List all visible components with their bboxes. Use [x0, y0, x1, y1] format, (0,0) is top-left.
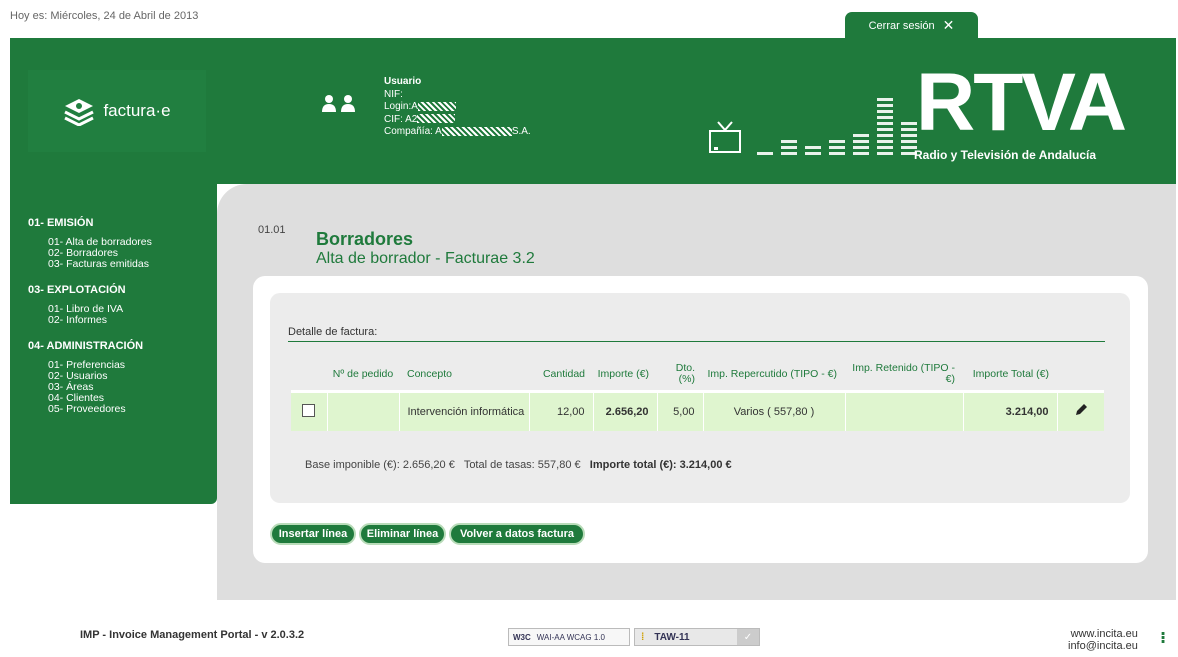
- detail-divider: [288, 341, 1105, 342]
- portal-version: IMP - Invoice Management Portal - v 2.0.…: [80, 629, 305, 641]
- redacted-block: [441, 126, 512, 136]
- incita-logo-icon: ⁝: [1160, 630, 1167, 647]
- total-tasas: Total de tasas: 557,80 €: [463, 459, 581, 471]
- close-icon: ✕: [942, 17, 955, 33]
- detail-label: Detalle de factura:: [288, 326, 378, 338]
- col-cantidad: Cantidad: [529, 359, 593, 393]
- login-field: Login:A: [384, 101, 531, 114]
- users-icon: [322, 95, 355, 112]
- back-to-invoice-button[interactable]: Volver a datos factura: [449, 523, 585, 545]
- sidebar-nav: 01- EMISIÓN 01- Alta de borradores 02- B…: [10, 184, 217, 504]
- row-dto: 5,00: [656, 391, 703, 431]
- logo-text: factura·e: [103, 101, 171, 120]
- row-total: 3.214,00: [962, 391, 1057, 431]
- taw-mark-icon: ⁞: [641, 631, 645, 643]
- row-actions: [1056, 391, 1104, 431]
- rtva-subtitle: Radio y Televisión de Andalucía: [914, 148, 1097, 162]
- col-total: Importe Total (€): [963, 359, 1057, 393]
- page-subtitle: Alta de borrador - Facturae 3.2: [316, 250, 535, 267]
- w3c-label: W3C: [513, 632, 531, 642]
- facturae-logo[interactable]: factura·e: [28, 70, 206, 152]
- col-dto: Dto. (%): [657, 359, 703, 393]
- row-retenido: [844, 391, 963, 431]
- email-link[interactable]: info@incita.eu: [1068, 640, 1138, 652]
- page-title: Borradores: [316, 229, 414, 249]
- current-date: Hoy es: Miércoles, 24 de Abril de 2013: [10, 10, 199, 22]
- col-select: [291, 359, 327, 393]
- taw-label: TAW-11: [654, 631, 690, 643]
- totals-summary: Base imponible (€): 2.656,20 € Total de …: [305, 459, 732, 471]
- nif-field: NIF:: [384, 88, 403, 100]
- contact-info: www.incita.eu info@incita.eu: [1068, 628, 1138, 652]
- w3c-wai-badge[interactable]: W3C WAI-AA WCAG 1.0: [508, 628, 630, 646]
- equalizer-icon: [757, 98, 917, 155]
- insert-line-button[interactable]: Insertar línea: [270, 523, 356, 545]
- row-concepto: Intervención informática: [398, 391, 529, 431]
- sidebar-section-administracion[interactable]: 04- ADMINISTRACIÓN: [28, 340, 217, 352]
- col-retenido: Imp. Retenido (TIPO - €): [845, 359, 963, 393]
- table-header-row: Nº de pedido Concepto Cantidad Importe (…: [291, 359, 1104, 393]
- importe-total: Importe total (€): 3.214,00 €: [589, 459, 732, 471]
- logout-label: Cerrar sesión: [868, 19, 935, 32]
- header: factura·e Usuario NIF: Login:A CIF: A2 C…: [10, 38, 1176, 184]
- row-repercutido: Varios ( 557,80 ): [702, 391, 845, 431]
- sidebar-item-proveedores[interactable]: 05- Proveedores: [48, 404, 217, 415]
- taw-badge[interactable]: ⁞ TAW-11 ✓: [634, 628, 760, 646]
- sidebar-item-facturas-emitidas[interactable]: 03- Facturas emitidas: [48, 259, 217, 270]
- row-select-cell: [291, 391, 327, 431]
- sidebar-section-explotacion[interactable]: 03- EXPLOTACIÓN: [28, 284, 217, 296]
- table-row: Intervención informática 12,00 2.656,20 …: [291, 391, 1104, 431]
- col-repercutido: Imp. Repercutido (TIPO - €): [703, 359, 845, 393]
- section-code: 01.01: [258, 224, 286, 236]
- col-concepto: Concepto: [399, 359, 529, 393]
- row-importe: 2.656,20: [592, 391, 657, 431]
- col-actions: [1057, 359, 1104, 393]
- company-field: Compañía: A S.A.: [384, 126, 531, 137]
- redacted-block: [417, 101, 456, 111]
- invoice-lines-table: Nº de pedido Concepto Cantidad Importe (…: [291, 359, 1104, 431]
- row-checkbox[interactable]: [302, 403, 316, 417]
- user-title: Usuario: [384, 76, 422, 87]
- delete-line-button[interactable]: Eliminar línea: [359, 523, 446, 545]
- base-imponible: Base imponible (€): 2.656,20 €: [305, 459, 455, 471]
- redacted-block: [417, 114, 456, 124]
- cif-field: CIF: A2: [384, 114, 531, 127]
- col-importe: Importe (€): [593, 359, 657, 393]
- logout-button[interactable]: Cerrar sesión ✕: [845, 12, 978, 39]
- sidebar-item-informes[interactable]: 02- Informes: [48, 315, 217, 326]
- col-pedido: Nº de pedido: [327, 359, 399, 393]
- row-cantidad: 12,00: [528, 391, 593, 431]
- tv-icon: [709, 121, 741, 153]
- website-link[interactable]: www.incita.eu: [1068, 628, 1138, 640]
- rtva-logo: RTVA: [916, 57, 1127, 148]
- check-icon: ✓: [737, 629, 759, 645]
- row-pedido: [326, 391, 399, 431]
- stack-logo-icon: [64, 99, 95, 126]
- edit-pencil-icon[interactable]: [1074, 403, 1088, 417]
- user-info: Usuario NIF: Login:A CIF: A2 Compañía: A…: [384, 76, 531, 139]
- wai-label: WAI-AA WCAG 1.0: [536, 632, 605, 642]
- sidebar-section-emision[interactable]: 01- EMISIÓN: [28, 217, 217, 229]
